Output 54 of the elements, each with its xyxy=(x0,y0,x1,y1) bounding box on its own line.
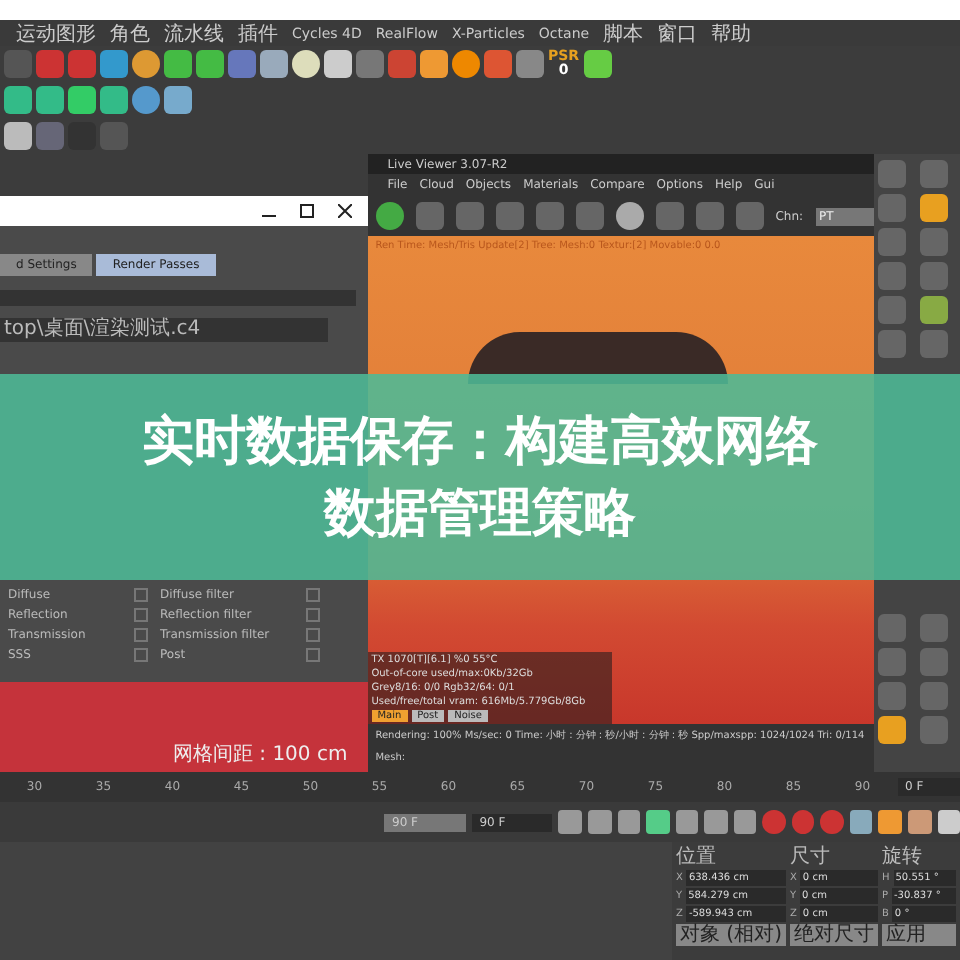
maximize-icon[interactable] xyxy=(299,204,314,218)
playback-button[interactable] xyxy=(675,810,699,834)
menu-item[interactable]: 运动图形 xyxy=(16,19,96,47)
record-button[interactable] xyxy=(762,810,786,834)
key-mode-button[interactable] xyxy=(849,810,873,834)
tool-icon[interactable] xyxy=(36,86,64,114)
banner-title: 数据管理策略 xyxy=(324,481,636,545)
grid-spacing-label: 网格间距 : 100 cm xyxy=(172,741,348,768)
playback-button[interactable] xyxy=(733,810,757,834)
menu-item[interactable]: 帮助 xyxy=(711,19,752,47)
playback-button[interactable] xyxy=(587,810,611,834)
tool-icon[interactable] xyxy=(100,86,128,114)
key-mode-button[interactable] xyxy=(907,810,932,834)
column-header: 位置 xyxy=(676,846,718,868)
playback-button[interactable] xyxy=(617,810,641,834)
viewer-tool-icon[interactable] xyxy=(375,202,404,230)
size-dropdown[interactable]: 绝对尺寸 xyxy=(789,924,878,946)
record-button[interactable] xyxy=(791,810,815,834)
viewer-tool-icon[interactable] xyxy=(615,202,644,230)
tool-icon[interactable] xyxy=(324,50,352,78)
menu-item[interactable]: 插件 xyxy=(238,19,278,47)
playback-button[interactable] xyxy=(704,810,728,834)
tool-icon[interactable] xyxy=(452,50,480,78)
mode-dropdown[interactable]: 对象 (相对) xyxy=(676,924,786,946)
key-mode-button[interactable] xyxy=(937,810,960,834)
tool-icon[interactable] xyxy=(583,50,612,78)
column-header: 尺寸 xyxy=(789,846,832,868)
apply-button[interactable]: 应用 xyxy=(881,924,956,946)
tool-icon[interactable] xyxy=(196,50,224,78)
playback-button[interactable] xyxy=(558,810,582,834)
menu-item[interactable]: 角色 xyxy=(110,19,150,47)
menu-item[interactable]: 窗口 xyxy=(657,19,698,47)
column-header: 旋转 xyxy=(881,846,924,868)
palette-icon[interactable] xyxy=(877,716,906,744)
palette-icon[interactable] xyxy=(919,194,948,222)
record-button[interactable] xyxy=(820,810,844,834)
tool-icon[interactable] xyxy=(420,50,448,78)
palette-icon[interactable] xyxy=(919,296,948,324)
tool-icon[interactable] xyxy=(292,50,320,78)
menu-item[interactable]: 脚本 xyxy=(603,19,644,47)
tool-icon[interactable] xyxy=(68,86,96,114)
tool-icon[interactable] xyxy=(164,86,192,114)
tool-icon[interactable] xyxy=(132,86,160,114)
close-icon[interactable] xyxy=(337,204,352,218)
banner-title: 实时数据保存：构建高效网络 xyxy=(142,409,818,473)
tool-icon[interactable] xyxy=(164,50,192,78)
menu-item[interactable]: 流水线 xyxy=(164,19,224,47)
tool-icon[interactable] xyxy=(4,86,32,114)
tool-icon[interactable] xyxy=(4,122,32,150)
path-field[interactable]: top\桌面\渲染测试.c4 xyxy=(0,318,328,342)
tool-icon[interactable] xyxy=(132,50,160,78)
tool-icon[interactable] xyxy=(260,50,288,78)
playback-button[interactable] xyxy=(646,810,670,834)
tool-icon[interactable] xyxy=(100,50,128,78)
